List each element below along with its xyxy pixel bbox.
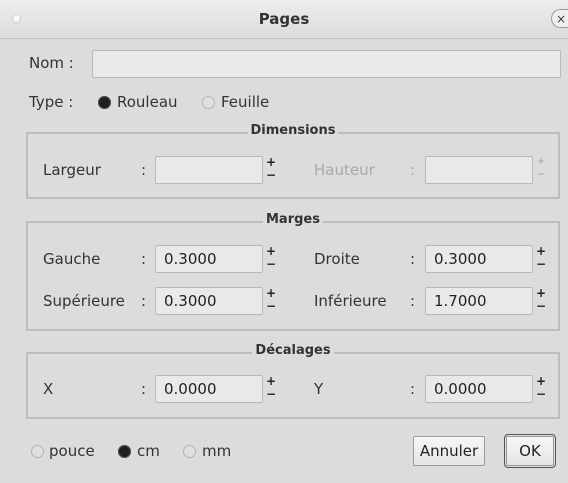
radio-feuille[interactable] <box>202 96 215 109</box>
height-colon: : <box>410 161 416 179</box>
y-offset-stepper[interactable]: + − <box>536 375 546 403</box>
y-offset-label: Y <box>314 380 324 398</box>
radio-pouce[interactable] <box>31 445 44 458</box>
width-stepper[interactable]: + − <box>266 156 276 184</box>
left-margin-colon: : <box>141 250 147 268</box>
margins-title: Marges <box>263 212 323 227</box>
ok-button[interactable]: OK <box>506 436 554 466</box>
minus-icon[interactable]: − <box>536 258 546 271</box>
x-offset-colon: : <box>141 380 147 398</box>
height-input[interactable] <box>425 156 533 184</box>
radio-feuille-label: Feuille <box>221 93 270 111</box>
minus-icon[interactable]: − <box>536 169 546 182</box>
radio-rouleau[interactable] <box>98 96 111 109</box>
x-offset-label: X <box>43 380 54 398</box>
name-input[interactable] <box>92 50 561 78</box>
title-bar: Pages × <box>0 0 568 39</box>
cancel-button[interactable]: Annuler <box>413 436 485 466</box>
radio-pouce-label: pouce <box>49 442 95 460</box>
right-margin-label: Droite <box>314 250 360 268</box>
width-colon: : <box>141 161 147 179</box>
radio-mm-label: mm <box>202 442 232 460</box>
minus-icon[interactable]: − <box>266 169 276 182</box>
bottom-margin-stepper[interactable]: + − <box>536 287 546 315</box>
window-title: Pages <box>258 10 310 28</box>
dimensions-title: Dimensions <box>247 123 339 138</box>
top-margin-stepper[interactable]: + − <box>266 287 276 315</box>
radio-cm[interactable] <box>118 445 131 458</box>
height-stepper[interactable]: + − <box>536 156 546 184</box>
left-margin-stepper[interactable]: + − <box>266 245 276 273</box>
name-label: Nom : <box>29 54 74 72</box>
radio-rouleau-label: Rouleau <box>117 93 178 111</box>
radio-mm[interactable] <box>183 445 196 458</box>
left-margin-input[interactable]: 0.3000 <box>155 245 263 273</box>
bottom-margin-input[interactable]: 1.7000 <box>425 287 533 315</box>
y-offset-input[interactable]: 0.0000 <box>425 375 533 403</box>
y-offset-colon: : <box>410 380 416 398</box>
minus-icon[interactable]: − <box>536 388 546 401</box>
top-margin-label: Supérieure <box>43 292 125 310</box>
bottom-margin-colon: : <box>410 292 416 310</box>
width-label: Largeur <box>43 161 101 179</box>
close-icon[interactable]: × <box>551 9 568 28</box>
right-margin-colon: : <box>410 250 416 268</box>
plus-icon[interactable]: + <box>536 156 546 169</box>
top-margin-input[interactable]: 0.3000 <box>155 287 263 315</box>
width-input[interactable] <box>155 156 263 184</box>
bottom-margin-label: Inférieure <box>314 292 387 310</box>
type-label: Type : <box>29 93 74 111</box>
minus-icon[interactable]: − <box>266 258 276 271</box>
right-margin-input[interactable]: 0.3000 <box>425 245 533 273</box>
x-offset-input[interactable]: 0.0000 <box>155 375 263 403</box>
minus-icon[interactable]: − <box>536 300 546 313</box>
minus-icon[interactable]: − <box>266 388 276 401</box>
left-margin-label: Gauche <box>43 250 101 268</box>
right-margin-stepper[interactable]: + − <box>536 245 546 273</box>
offsets-title: Décalages <box>252 343 334 358</box>
x-offset-stepper[interactable]: + − <box>266 375 276 403</box>
radio-cm-label: cm <box>137 442 160 460</box>
top-margin-colon: : <box>141 292 147 310</box>
minus-icon[interactable]: − <box>266 300 276 313</box>
height-label: Hauteur <box>314 161 375 179</box>
